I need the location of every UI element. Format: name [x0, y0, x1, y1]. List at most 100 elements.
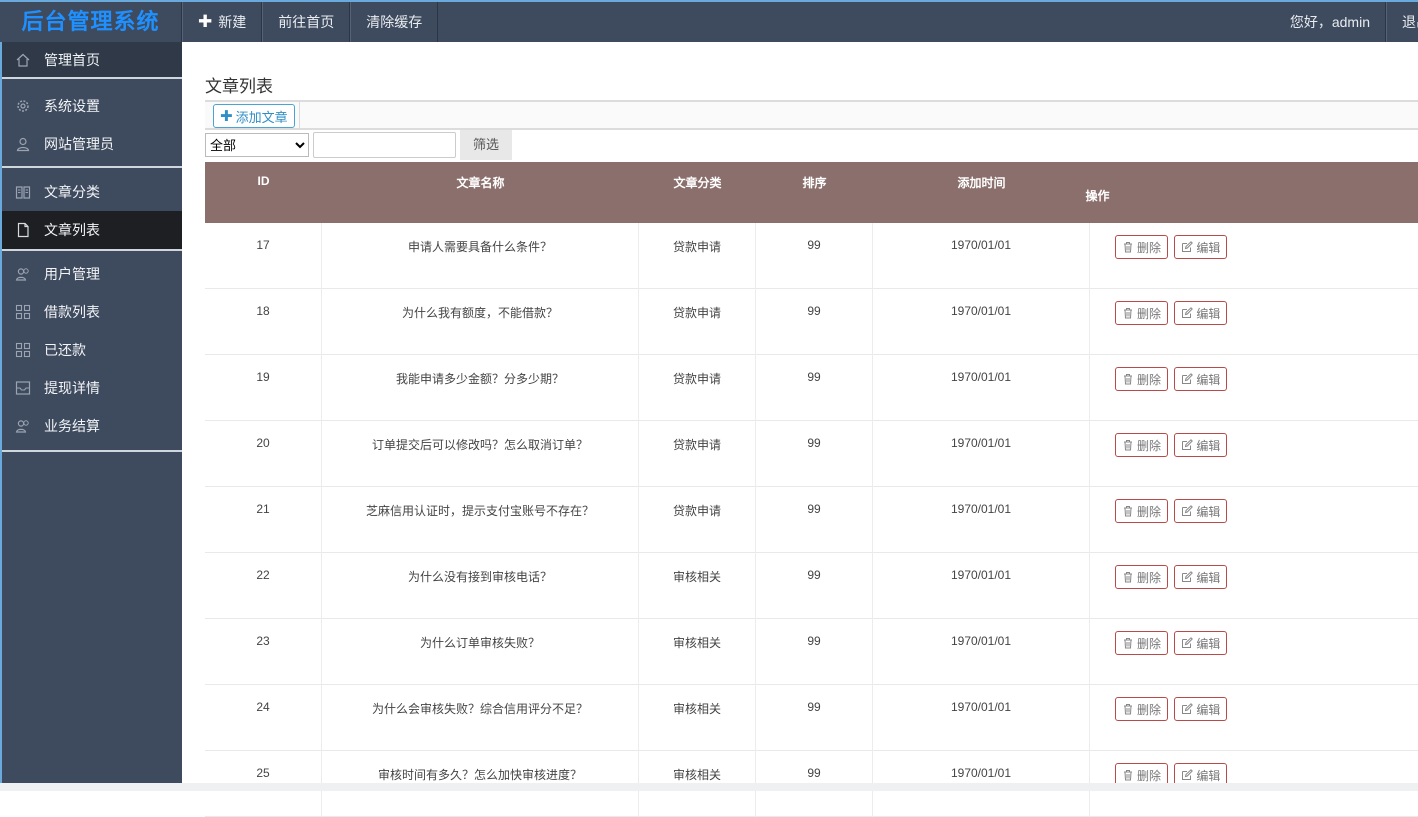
cell-category: 审核相关	[639, 619, 756, 685]
delete-button[interactable]: 删除	[1115, 367, 1169, 391]
new-button[interactable]: ✚ 新建	[182, 2, 263, 42]
delete-button[interactable]: 删除	[1115, 697, 1169, 721]
sidebar-item-system-settings[interactable]: 系统设置	[2, 87, 182, 125]
cell-time: 1970/01/01	[873, 553, 1090, 619]
delete-button[interactable]: 删除	[1115, 499, 1169, 523]
cell-category: 贷款申请	[639, 421, 756, 487]
sidebar-item-article-category[interactable]: 文章分类	[2, 173, 182, 211]
cell-time: 1970/01/01	[873, 421, 1090, 487]
edit-label: 编辑	[1196, 768, 1221, 783]
sidebar-group-articles: 文章分类 文章列表	[2, 168, 182, 251]
sidebar-item-label: 管理首页	[44, 51, 100, 68]
sidebar-item-label: 业务结算	[44, 418, 100, 434]
trash-icon	[1124, 770, 1132, 781]
page-title: 文章列表	[205, 77, 273, 96]
logout-link[interactable]: 退出	[1386, 2, 1418, 42]
plus-icon: ✚	[220, 108, 233, 125]
inbox-icon	[14, 379, 32, 397]
category-select[interactable]: 全部	[205, 133, 309, 157]
clear-cache-button[interactable]: 清除缓存	[350, 2, 439, 42]
file-icon	[14, 221, 32, 239]
cell-operations: 删除 编辑	[1090, 355, 1418, 421]
cell-category: 审核相关	[639, 553, 756, 619]
delete-button[interactable]: 删除	[1115, 631, 1169, 655]
edit-label: 编辑	[1196, 702, 1221, 717]
sidebar-item-label: 借款列表	[44, 304, 100, 320]
add-article-button[interactable]: ✚ 添加文章	[213, 104, 295, 128]
table-row: 21 芝麻信用认证时，提示支付宝账号不存在？ 贷款申请 99 1970/01/0…	[205, 487, 1418, 553]
cell-name: 为什么会审核失败？综合信用评分不足？	[322, 685, 639, 751]
user-icon	[14, 135, 32, 153]
cell-operations: 删除 编辑	[1090, 619, 1418, 685]
cell-time: 1970/01/01	[873, 355, 1090, 421]
delete-button[interactable]: 删除	[1115, 565, 1169, 589]
sidebar-group-home: 管理首页	[2, 42, 182, 79]
sidebar-item-loan-list[interactable]: 借款列表	[2, 293, 182, 331]
header-id: ID	[257, 174, 270, 188]
cell-category: 贷款申请	[639, 355, 756, 421]
cell-time: 1970/01/01	[873, 619, 1090, 685]
sidebar-item-repaid[interactable]: 已还款	[2, 331, 182, 369]
edit-button[interactable]: 编辑	[1174, 697, 1228, 721]
users-icon	[14, 265, 32, 283]
sidebar-item-withdraw-details[interactable]: 提现详情	[2, 369, 182, 407]
trash-icon	[1124, 638, 1132, 649]
cell-category: 审核相关	[639, 685, 756, 751]
edit-button[interactable]: 编辑	[1174, 433, 1228, 457]
edit-button[interactable]: 编辑	[1174, 565, 1228, 589]
bottom-scrollbar[interactable]	[0, 783, 1418, 791]
sidebar-item-label: 提现详情	[44, 380, 100, 396]
edit-label: 编辑	[1196, 306, 1221, 321]
delete-label: 删除	[1137, 768, 1162, 783]
delete-button[interactable]: 删除	[1115, 301, 1169, 325]
edit-icon	[1182, 505, 1194, 516]
edit-button[interactable]: 编辑	[1174, 499, 1228, 523]
home-icon	[14, 51, 32, 69]
trash-icon	[1124, 506, 1132, 517]
cell-id: 17	[205, 223, 322, 289]
search-input[interactable]	[313, 132, 456, 158]
grid-icon	[14, 341, 32, 359]
greeting-text: 您好，admin	[1275, 2, 1386, 42]
sidebar-item-article-list[interactable]: 文章列表	[2, 211, 182, 249]
cell-name: 订单提交后可以修改吗？怎么取消订单？	[322, 421, 639, 487]
cell-sort: 99	[756, 685, 873, 751]
top-nav: ✚ 新建 前往首页 清除缓存	[182, 2, 439, 42]
sidebar-item-home[interactable]: 管理首页	[2, 42, 182, 77]
edit-icon	[1182, 571, 1194, 582]
top-bar: 后台管理系统 ✚ 新建 前往首页 清除缓存 您好，admin 退出	[0, 0, 1418, 42]
cell-sort: 99	[756, 223, 873, 289]
table-row: 23 为什么订单审核失败？ 审核相关 99 1970/01/01 删除 编辑	[205, 619, 1418, 685]
top-right: 您好，admin 退出	[1275, 2, 1418, 42]
edit-label: 编辑	[1196, 504, 1221, 519]
cell-name: 为什么订单审核失败？	[322, 619, 639, 685]
header-op: 操作	[1085, 189, 1110, 203]
delete-label: 删除	[1137, 372, 1162, 387]
edit-icon	[1182, 439, 1194, 450]
cell-id: 20	[205, 421, 322, 487]
sidebar-item-user-management[interactable]: 用户管理	[2, 255, 182, 293]
sidebar-item-site-admins[interactable]: 网站管理员	[2, 125, 182, 163]
delete-button[interactable]: 删除	[1115, 235, 1169, 259]
app-logo[interactable]: 后台管理系统	[0, 2, 182, 42]
trash-icon	[1124, 242, 1132, 253]
cell-name: 为什么我有额度，不能借款？	[322, 289, 639, 355]
edit-button[interactable]: 编辑	[1174, 301, 1228, 325]
cell-category: 贷款申请	[639, 487, 756, 553]
delete-label: 删除	[1137, 702, 1162, 717]
edit-icon	[1182, 373, 1194, 384]
filter-button[interactable]: 筛选	[460, 130, 512, 160]
sidebar-item-business-settlement[interactable]: 业务结算	[2, 407, 182, 445]
edit-button[interactable]: 编辑	[1174, 367, 1228, 391]
gear-icon	[14, 97, 32, 115]
go-home-link[interactable]: 前往首页	[262, 2, 351, 42]
edit-button[interactable]: 编辑	[1174, 235, 1228, 259]
trash-icon	[1124, 704, 1132, 715]
cell-operations: 删除 编辑	[1090, 421, 1418, 487]
delete-label: 删除	[1137, 504, 1162, 519]
edit-icon	[1182, 637, 1194, 648]
delete-label: 删除	[1137, 570, 1162, 585]
edit-button[interactable]: 编辑	[1174, 631, 1228, 655]
delete-button[interactable]: 删除	[1115, 433, 1169, 457]
sidebar-group-system: 系统设置 网站管理员	[2, 79, 182, 168]
